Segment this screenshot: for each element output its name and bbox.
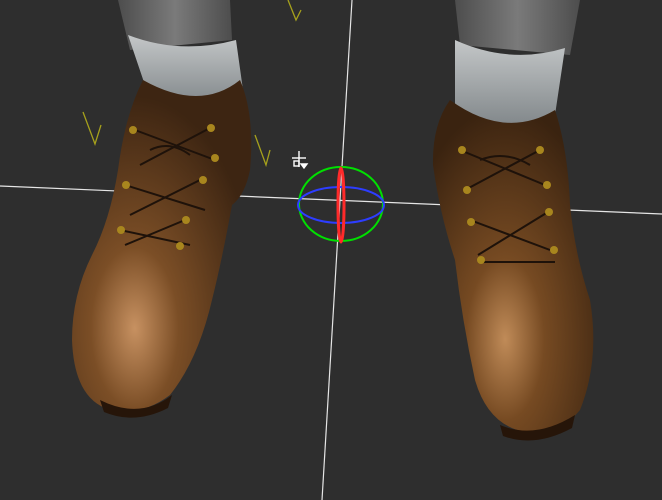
right-boot-model[interactable] — [432, 0, 594, 441]
viewport-scene[interactable] — [0, 0, 662, 500]
left-boot-model[interactable] — [72, 0, 252, 418]
right-boot-body — [432, 100, 594, 433]
grid-line-vertical — [321, 0, 353, 500]
right-leg — [455, 0, 580, 55]
3d-viewport[interactable] — [0, 0, 662, 500]
pivot-cursor-icon[interactable] — [292, 151, 309, 170]
